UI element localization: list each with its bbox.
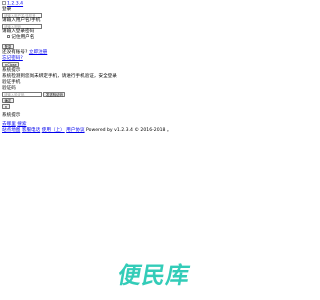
brand-logo-text: 便民库 [115, 263, 193, 289]
page-content: 1.2.3.4 登录 请输入用户名/手机号 请输入用户名/手机 请输入密码 请输… [2, 1, 298, 134]
register-link[interactable]: 立即注册 [29, 50, 47, 55]
no-account-text: 还没有账号? [2, 50, 28, 55]
close-button[interactable]: ×Close [2, 62, 20, 67]
footer-link-search[interactable]: 搜索 [17, 122, 26, 127]
footer-link-phone[interactable]: 客服电话 [22, 128, 40, 133]
version-text: v1.2.3.4 © 2016-2018 。 [114, 128, 172, 133]
remember-checkbox[interactable] [7, 35, 11, 39]
login-title: 登录 [2, 7, 12, 12]
remember-label: 记住用户名 [11, 35, 35, 41]
footer-link-where[interactable]: 去哪里 [2, 122, 16, 127]
forgot-password-link[interactable]: 忘记密码? [2, 56, 23, 61]
small-close-button[interactable]: × [2, 104, 10, 109]
send-code-button[interactable]: 发送验证码 [43, 92, 66, 97]
footer-link-sitemap[interactable]: 站点地图 [2, 128, 20, 133]
footer-link-usage[interactable]: 使用（上） [42, 128, 65, 133]
code-input[interactable]: 请输入验证码 [2, 92, 42, 97]
password-label: 请输入用户名/手机 [2, 18, 41, 23]
footer-line2: 站点地图 客服电话 使用（上） 用户协议 Powered by v1.2.3.4… [2, 128, 298, 134]
logo-alt-text[interactable]: 1.2.3.4 [7, 2, 23, 7]
confirm-button[interactable]: 确定 [2, 98, 14, 103]
broken-image-icon [2, 1, 6, 5]
footer-link-agreement[interactable]: 用户协议 [66, 128, 84, 133]
powered-by-text: Powered by [86, 128, 115, 133]
login-button[interactable]: 登录 [2, 44, 14, 49]
